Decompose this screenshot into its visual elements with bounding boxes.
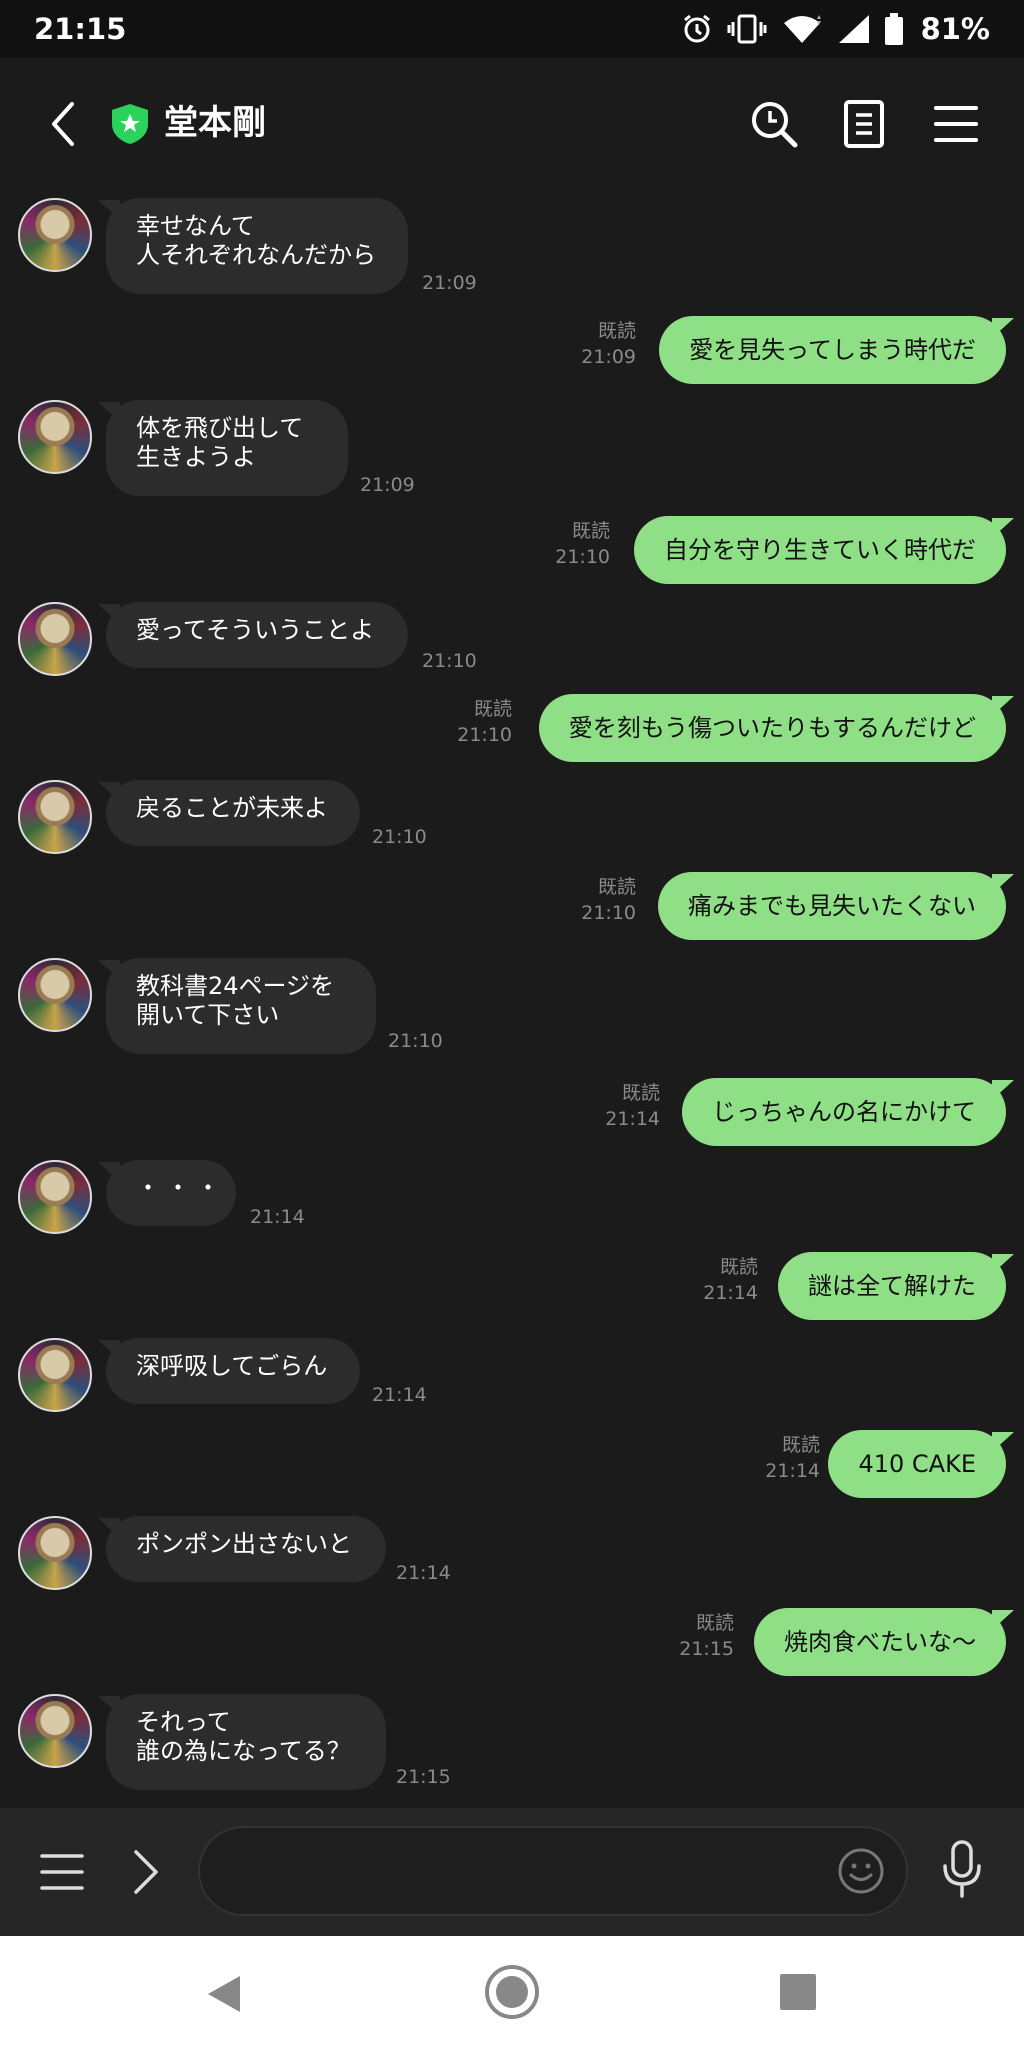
message-meta: 既読 21:14 xyxy=(765,1432,820,1484)
battery-percent: 81% xyxy=(920,12,990,46)
system-nav-bar xyxy=(0,1936,1024,2048)
signal-icon xyxy=(838,15,869,43)
outgoing-message[interactable]: 焼肉食べたいな～ xyxy=(754,1608,1006,1676)
chat-title[interactable]: 堂本剛 xyxy=(164,98,266,148)
menu-icon[interactable] xyxy=(38,1850,86,1894)
incoming-message[interactable]: それって 誰の為になってる？ xyxy=(106,1694,386,1790)
emoji-icon[interactable] xyxy=(836,1846,886,1896)
read-receipt: 既読 xyxy=(695,1612,734,1634)
avatar[interactable] xyxy=(18,1160,92,1234)
message-time: 21:14 xyxy=(765,1460,820,1482)
avatar[interactable] xyxy=(18,1338,92,1412)
message-time: 21:14 xyxy=(605,1108,660,1130)
message-time: 21:09 xyxy=(422,272,477,294)
outgoing-message[interactable]: 愛を見失ってしまう時代だ xyxy=(659,316,1006,384)
message-time: 21:14 xyxy=(372,1384,427,1406)
menu-icon[interactable] xyxy=(930,98,982,150)
battery-icon xyxy=(884,13,903,45)
read-receipt: 既読 xyxy=(621,1082,660,1104)
read-receipt: 既読 xyxy=(597,320,636,342)
incoming-message[interactable]: ポンポン出さないと xyxy=(106,1516,386,1582)
message-meta: 既読 21:10 xyxy=(457,696,512,748)
read-receipt: 既読 xyxy=(719,1256,758,1278)
message-time: 21:14 xyxy=(250,1206,305,1228)
incoming-message[interactable]: 戻ることが未来よ xyxy=(106,780,360,846)
message-time: 21:14 xyxy=(703,1282,758,1304)
outgoing-message[interactable]: 410 CAKE xyxy=(828,1430,1006,1498)
wifi-icon xyxy=(783,15,821,43)
vibrate-icon xyxy=(727,14,767,44)
incoming-message[interactable]: 教科書24ページを 開いて下さい xyxy=(106,958,376,1054)
message-time: 21:10 xyxy=(581,902,636,924)
back-icon[interactable] xyxy=(44,100,84,148)
message-meta: 既読 21:10 xyxy=(555,518,610,570)
avatar[interactable] xyxy=(18,400,92,474)
message-input[interactable] xyxy=(198,1826,908,1916)
input-bar xyxy=(0,1808,1024,1936)
chat-header: 堂本剛 xyxy=(0,58,1024,188)
message-meta: 既読 21:15 xyxy=(679,1610,734,1662)
read-receipt: 既読 xyxy=(571,520,610,542)
read-receipt: 既読 xyxy=(597,876,636,898)
message-meta: 既読 21:10 xyxy=(581,874,636,926)
official-shield-icon xyxy=(112,104,148,144)
avatar[interactable] xyxy=(18,602,92,676)
chevron-right-icon[interactable] xyxy=(128,1846,164,1898)
message-time: 21:15 xyxy=(679,1638,734,1660)
message-time: 21:10 xyxy=(555,546,610,568)
microphone-icon[interactable] xyxy=(940,1838,984,1902)
notes-icon[interactable] xyxy=(838,98,890,150)
incoming-message[interactable]: 深呼吸してごらん xyxy=(106,1338,360,1404)
message-meta: 既読 21:09 xyxy=(581,318,636,370)
outgoing-message[interactable]: 痛みまでも見失いたくない xyxy=(658,872,1006,940)
avatar[interactable] xyxy=(18,958,92,1032)
incoming-message[interactable]: 体を飛び出して 生きようよ xyxy=(106,400,348,496)
outgoing-message[interactable]: 自分を守り生きていく時代だ xyxy=(634,516,1006,584)
avatar[interactable] xyxy=(18,1516,92,1590)
status-time: 21:15 xyxy=(34,12,127,46)
avatar[interactable] xyxy=(18,1694,92,1768)
message-time: 21:10 xyxy=(422,650,477,672)
avatar[interactable] xyxy=(18,198,92,272)
avatar[interactable] xyxy=(18,780,92,854)
search-icon[interactable] xyxy=(748,98,800,150)
incoming-message[interactable]: 愛ってそういうことよ xyxy=(106,602,408,668)
alarm-icon xyxy=(683,14,710,43)
message-time: 21:10 xyxy=(388,1030,443,1052)
outgoing-message[interactable]: 愛を刻もう傷ついたりもするんだけど xyxy=(538,694,1006,762)
message-time: 21:09 xyxy=(581,346,636,368)
message-time: 21:10 xyxy=(372,826,427,848)
message-time: 21:15 xyxy=(396,1766,451,1788)
status-icons: 81% xyxy=(681,12,990,46)
nav-home-icon[interactable] xyxy=(484,1964,540,2020)
read-receipt: 既読 xyxy=(473,698,512,720)
nav-recents-icon[interactable] xyxy=(778,1972,818,2012)
outgoing-message[interactable]: 謎は全て解けた xyxy=(778,1252,1006,1320)
message-time: 21:09 xyxy=(360,474,415,496)
outgoing-message[interactable]: じっちゃんの名にかけて xyxy=(682,1078,1006,1146)
message-meta: 既読 21:14 xyxy=(703,1254,758,1306)
incoming-message[interactable]: ・・・ xyxy=(106,1160,236,1226)
incoming-message[interactable]: 幸せなんて 人それぞれなんだから xyxy=(106,198,408,294)
chat-messages[interactable]: 幸せなんて 人それぞれなんだから 21:09 既読 21:09 愛を見失ってしま… xyxy=(0,188,1024,1808)
message-meta: 既読 21:14 xyxy=(605,1080,660,1132)
read-receipt: 既読 xyxy=(781,1434,820,1456)
status-bar: 21:15 81% xyxy=(0,0,1024,58)
nav-back-icon[interactable] xyxy=(204,1972,244,2016)
message-time: 21:14 xyxy=(396,1562,451,1584)
message-time: 21:10 xyxy=(457,724,512,746)
